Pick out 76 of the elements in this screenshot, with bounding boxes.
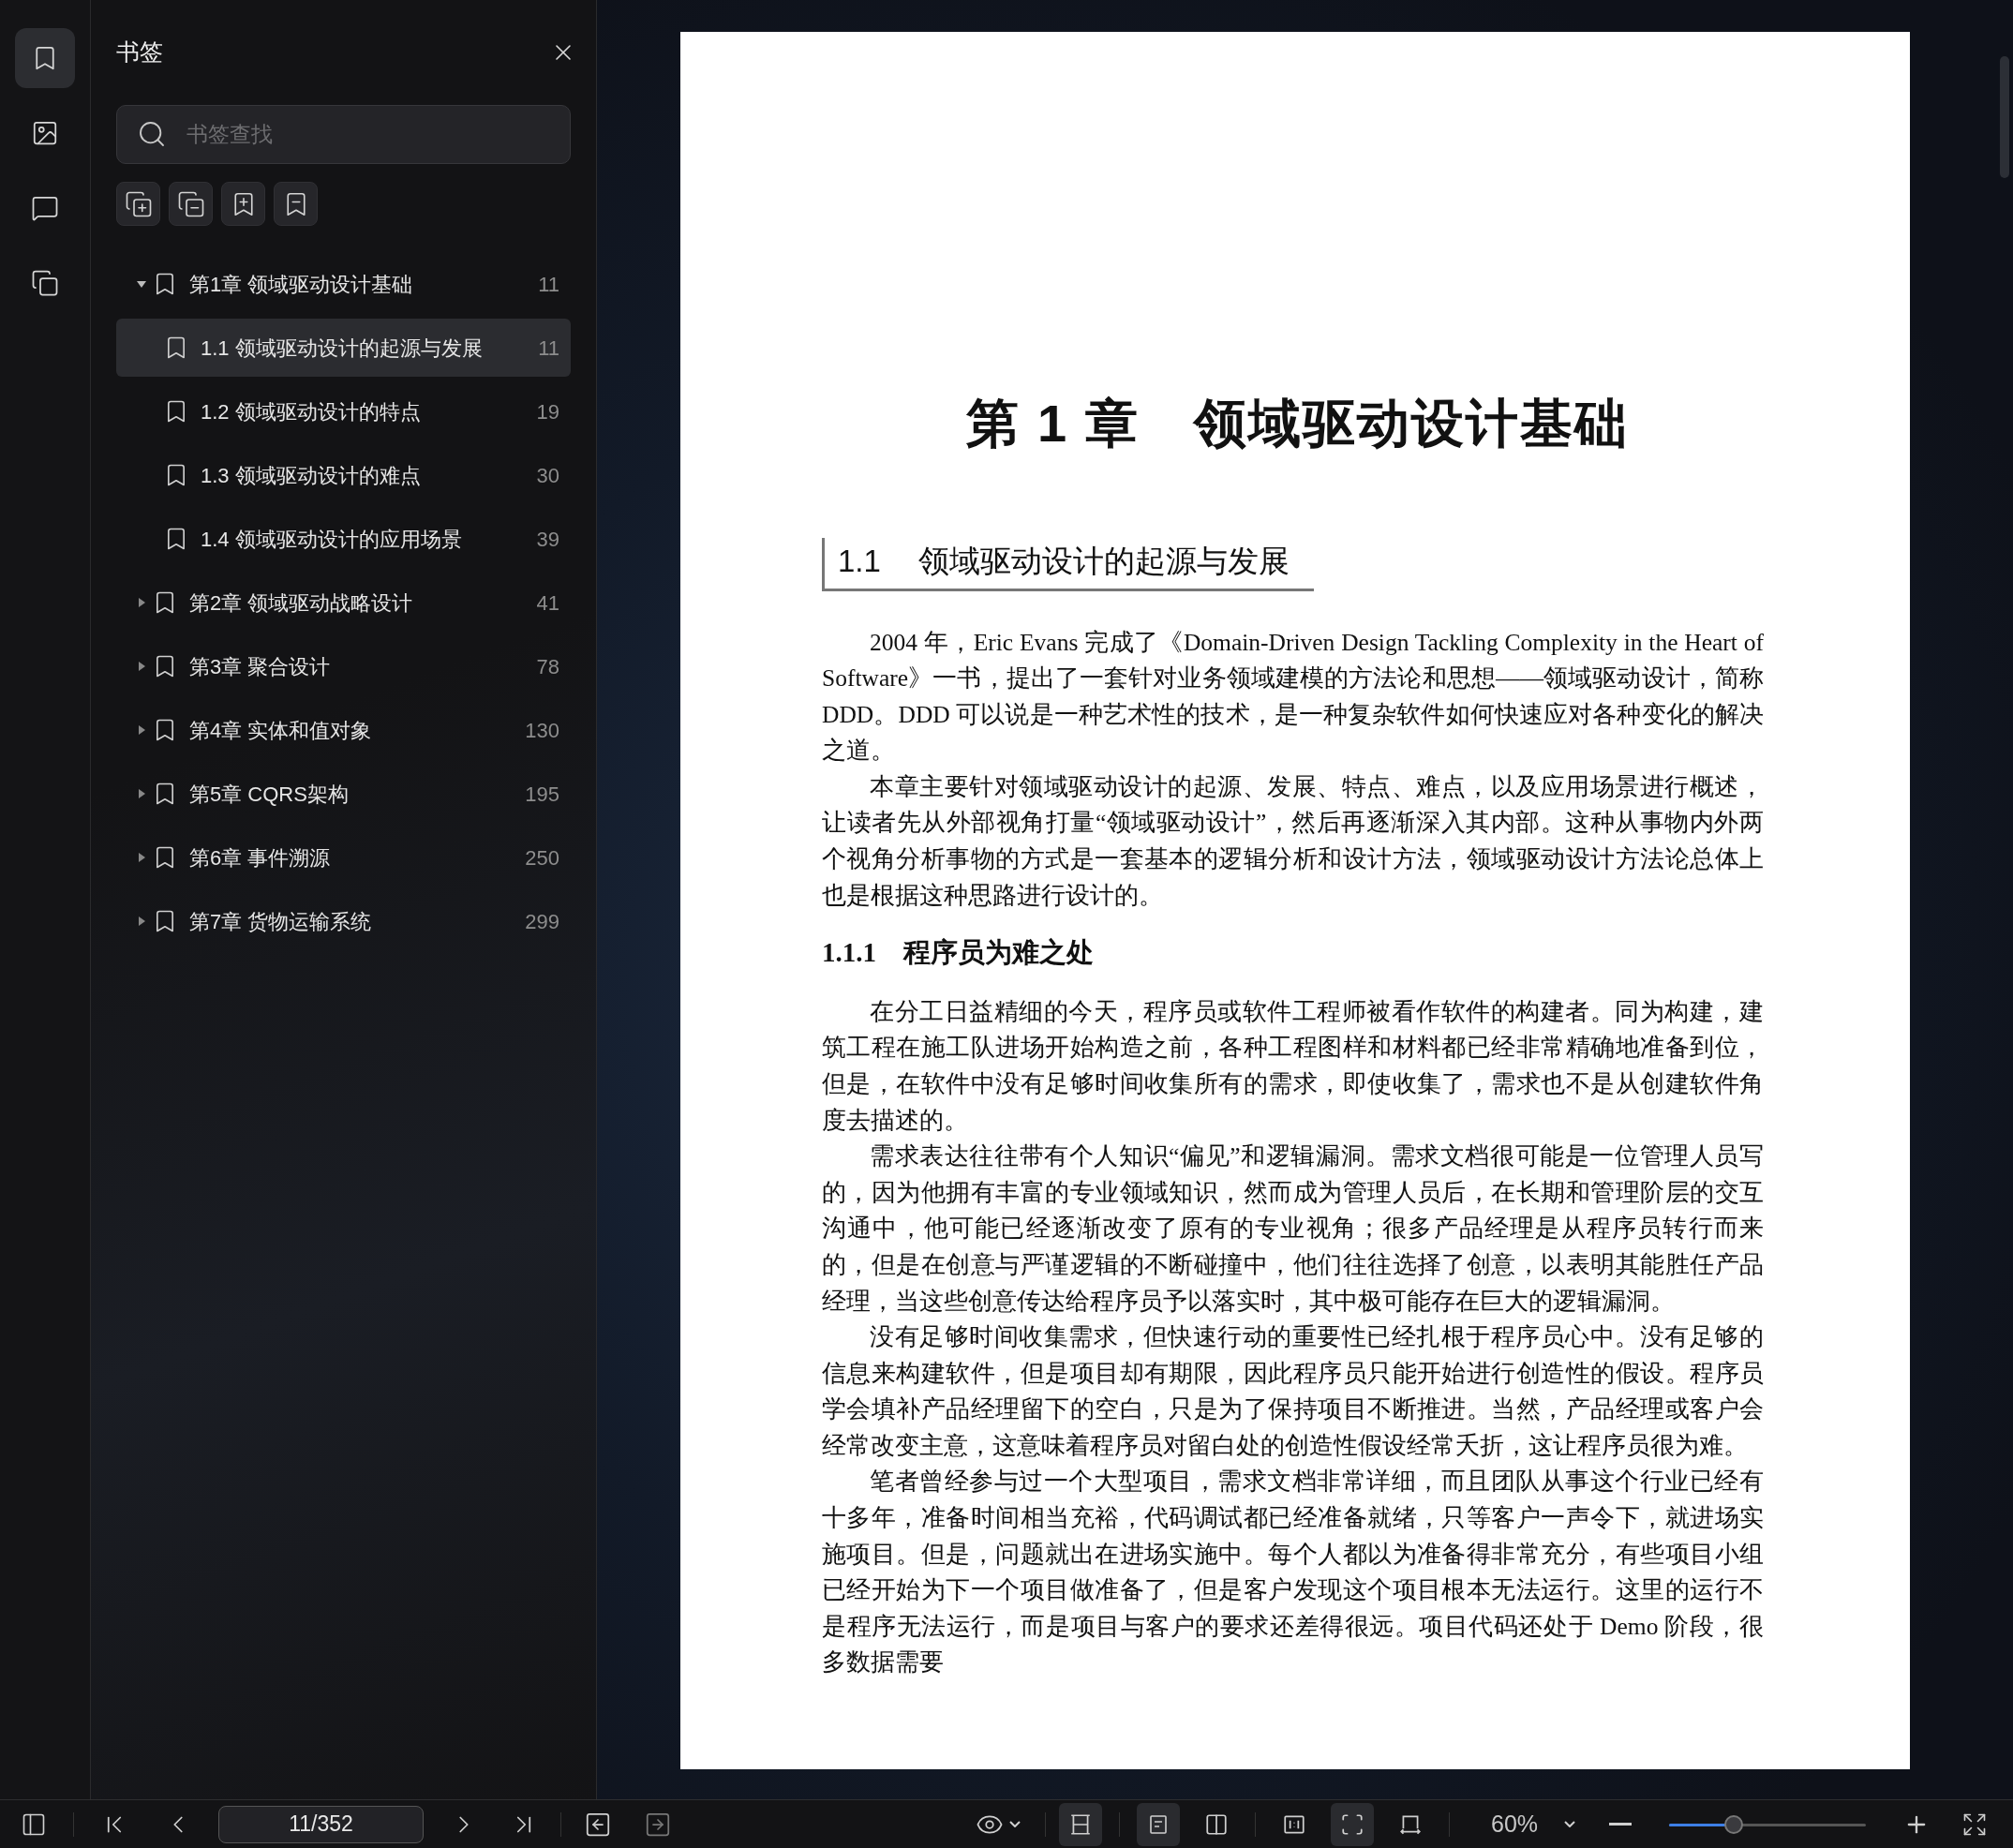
fit-page-icon	[1340, 1811, 1364, 1837]
body-paragraph: 本章主要针对领域驱动设计的起源、发展、特点、难点，以及应用场景进行概述，让读者先从外部视角打量“领域驱动设计”，然后再逐渐深入其内部。这种从事物内外两个视角分析事物的方式是一套基本的逻辑分析和设计方法，领域驱动设计方法论总体上也是根据这种思路进行设计的。	[822, 771, 1764, 911]
body-paragraph: 需求表达往往带有个人知识“偏见”和逻辑漏洞。需求文档很可能是一位管理人员写的，因为他拥有丰富的专业领域知识，然而成为管理人员后，在长期和管理阶层的交互沟通中，他可能已经逐渐改变了原有的专业视角；很多产品经理是从程序员转行而来的，但是在创意与严谨逻辑的不断碰撞中，他们往往选择了创意，以表明其能胜任产品经理，当这些创意传达给程序员予以落实时，其中极可能存在巨大的逻辑漏洞。	[822, 1141, 1764, 1317]
page-number: 11	[538, 335, 559, 362]
page-number: 78	[536, 653, 559, 680]
view-toggle-button[interactable]	[1137, 1802, 1180, 1846]
page-number: 39	[536, 526, 559, 553]
remove-group-button[interactable]	[169, 182, 213, 226]
slider-thumb[interactable]	[1724, 1814, 1744, 1834]
bookmark-label: 第2章 领域驱动战略设计	[189, 589, 413, 617]
bookmark-item[interactable]: 1.1 领域驱动设计的起源与发展 11	[116, 319, 571, 377]
caret-right-icon[interactable]	[137, 917, 146, 926]
bookmark-item[interactable]: 第5章 CQRS架构 195	[116, 765, 571, 823]
page-number: 11	[538, 271, 559, 298]
caret-right-icon[interactable]	[137, 789, 146, 798]
continuous-scroll-icon	[1068, 1811, 1093, 1837]
page-number: 130	[525, 717, 559, 744]
page-number: 41	[536, 589, 559, 617]
page-number: 19	[536, 398, 559, 425]
chevron-down-icon	[1564, 1821, 1576, 1827]
page-number: 299	[525, 908, 559, 935]
search-icon	[137, 119, 167, 149]
body-paragraph: 在分工日益精细的今天，程序员或软件工程师被看作软件的构建者。同为构建，建筑工程在施工队进场开始构造之前，各种工程图样和材料都已经非常精确地准备到位，但是，在软件中没有足够时间收集所有的需求，即使收集了，需求也不是从创建软件角度去描述的。	[822, 996, 1764, 1136]
bookmark-label: 1.4 领域驱动设计的应用场景	[201, 526, 462, 553]
bookmark-label: 第4章 实体和值对象	[189, 717, 372, 744]
panel-title: 书签	[116, 37, 163, 67]
chapter-title: 第 1 章 领域驱动设计基础	[965, 393, 1630, 455]
comment-icon	[31, 194, 59, 222]
bookmark-item[interactable]: 第7章 货物运输系统 299	[116, 892, 571, 950]
bookmark-label: 第5章 CQRS架构	[189, 781, 349, 808]
search-field[interactable]: 书签查找	[116, 105, 571, 164]
two-page-icon	[1204, 1811, 1229, 1837]
page-number: 30	[536, 462, 559, 489]
bookmark-label: 1.3 领域驱动设计的难点	[201, 462, 421, 489]
caret-right-icon[interactable]	[137, 725, 146, 735]
page-number: 250	[525, 844, 559, 872]
bookmark-item[interactable]: 1.3 领域驱动设计的难点 30	[116, 446, 571, 504]
page-number: 195	[525, 781, 559, 808]
view-toggle-button[interactable]	[1059, 1802, 1102, 1846]
bookmark-item[interactable]: 第6章 事件溯源 250	[116, 828, 571, 887]
add-group-icon	[124, 189, 153, 218]
bookmark-item[interactable]: 1.4 领域驱动设计的应用场景 39	[116, 510, 571, 568]
caret-right-icon[interactable]	[137, 598, 146, 607]
section-heading: 1.1 领域驱动设计的起源与发展	[822, 538, 1314, 591]
bookmark-label: 第1章 领域驱动设计基础	[189, 271, 413, 298]
bookmark-label: 1.1 领域驱动设计的起源与发展	[201, 335, 483, 362]
rail-tab[interactable]	[15, 28, 75, 88]
caret-right-icon[interactable]	[137, 662, 146, 671]
remove-bookmark-button[interactable]	[274, 182, 318, 226]
bookmark-label: 第3章 聚合设计	[189, 653, 331, 680]
bookmark-item[interactable]: 1.2 领域驱动设计的特点 19	[116, 382, 571, 440]
chevron-down-icon	[1009, 1821, 1021, 1827]
caret-down-icon[interactable]	[137, 279, 146, 289]
body-paragraph: 没有足够时间收集需求，但快速行动的重要性已经扎根于程序员心中。没有足够的信息来构建软件，但是项目却有期限，因此程序员只能开始进行创造性的假设。程序员学会填补产品经理留下的空白，只是为了保持项目不断推进。当然，产品经理或客户会经常改变主意，这意味着程序员对留白处的创造性假设经常夭折，这让程序员很为难。	[822, 1322, 1764, 1461]
bookmark-item[interactable]: 第3章 聚合设计 78	[116, 637, 571, 695]
bookmark-item[interactable]: 第4章 实体和值对象 130	[116, 701, 571, 759]
caret-right-icon[interactable]	[137, 853, 146, 862]
view-toggle-button[interactable]	[1331, 1802, 1374, 1846]
bookmark-label: 1.2 领域驱动设计的特点	[201, 398, 421, 425]
bookmark-item[interactable]: 第1章 领域驱动设计基础 11	[116, 255, 571, 313]
page-number-field[interactable]: 11/352	[218, 1805, 424, 1843]
bookmark-label: 第7章 货物运输系统	[189, 908, 372, 935]
body-paragraph: 笔者曾经参与过一个大型项目，需求文档非常详细，而且团队从事这个行业已经有十多年，准备时间相当充裕，代码调试都已经准备就绪，只等客户一声令下，就进场实施项目。但是，问题就出在进场实施中。每个人都以为准备得非常充分，有些项目小组已经开始为下一个项目做准备了，但是客户发现这个项目根本无法运行。这里的运行不是程序无法运行，而是项目与客户的要求还差得很远。项目代码还处于 Demo 阶段，很多数据需要	[822, 1467, 1764, 1678]
add-group-button[interactable]	[116, 182, 160, 226]
bookmark-item[interactable]: 第2章 领域驱动战略设计 41	[116, 574, 571, 632]
copy-icon	[31, 269, 59, 297]
body-paragraph: 2004 年，Eric Evans 完成了《Domain-Driven Design Tackling Complexity in the Heart of Software》一书，提出了一套针对业务领域建模的方法论和思想——领域驱动设计，简称 DDD。DDD 可以说是一种艺术性的技术，是一种复杂软件如何快速应对各种变化的解决之道。	[822, 627, 1764, 767]
bookmark-label: 第6章 事件溯源	[189, 844, 331, 872]
zoom-out-button[interactable]	[1609, 1823, 1633, 1826]
minus-icon	[1609, 1823, 1633, 1826]
subsection-heading: 1.1.1 程序员为难之处	[822, 936, 1095, 970]
zoom-level: 60%	[1491, 1809, 1539, 1839]
zoom-dropdown-button[interactable]	[1564, 1821, 1576, 1827]
remove-group-icon	[176, 189, 205, 218]
image-icon	[31, 119, 59, 147]
add-bookmark-button[interactable]	[221, 182, 265, 226]
